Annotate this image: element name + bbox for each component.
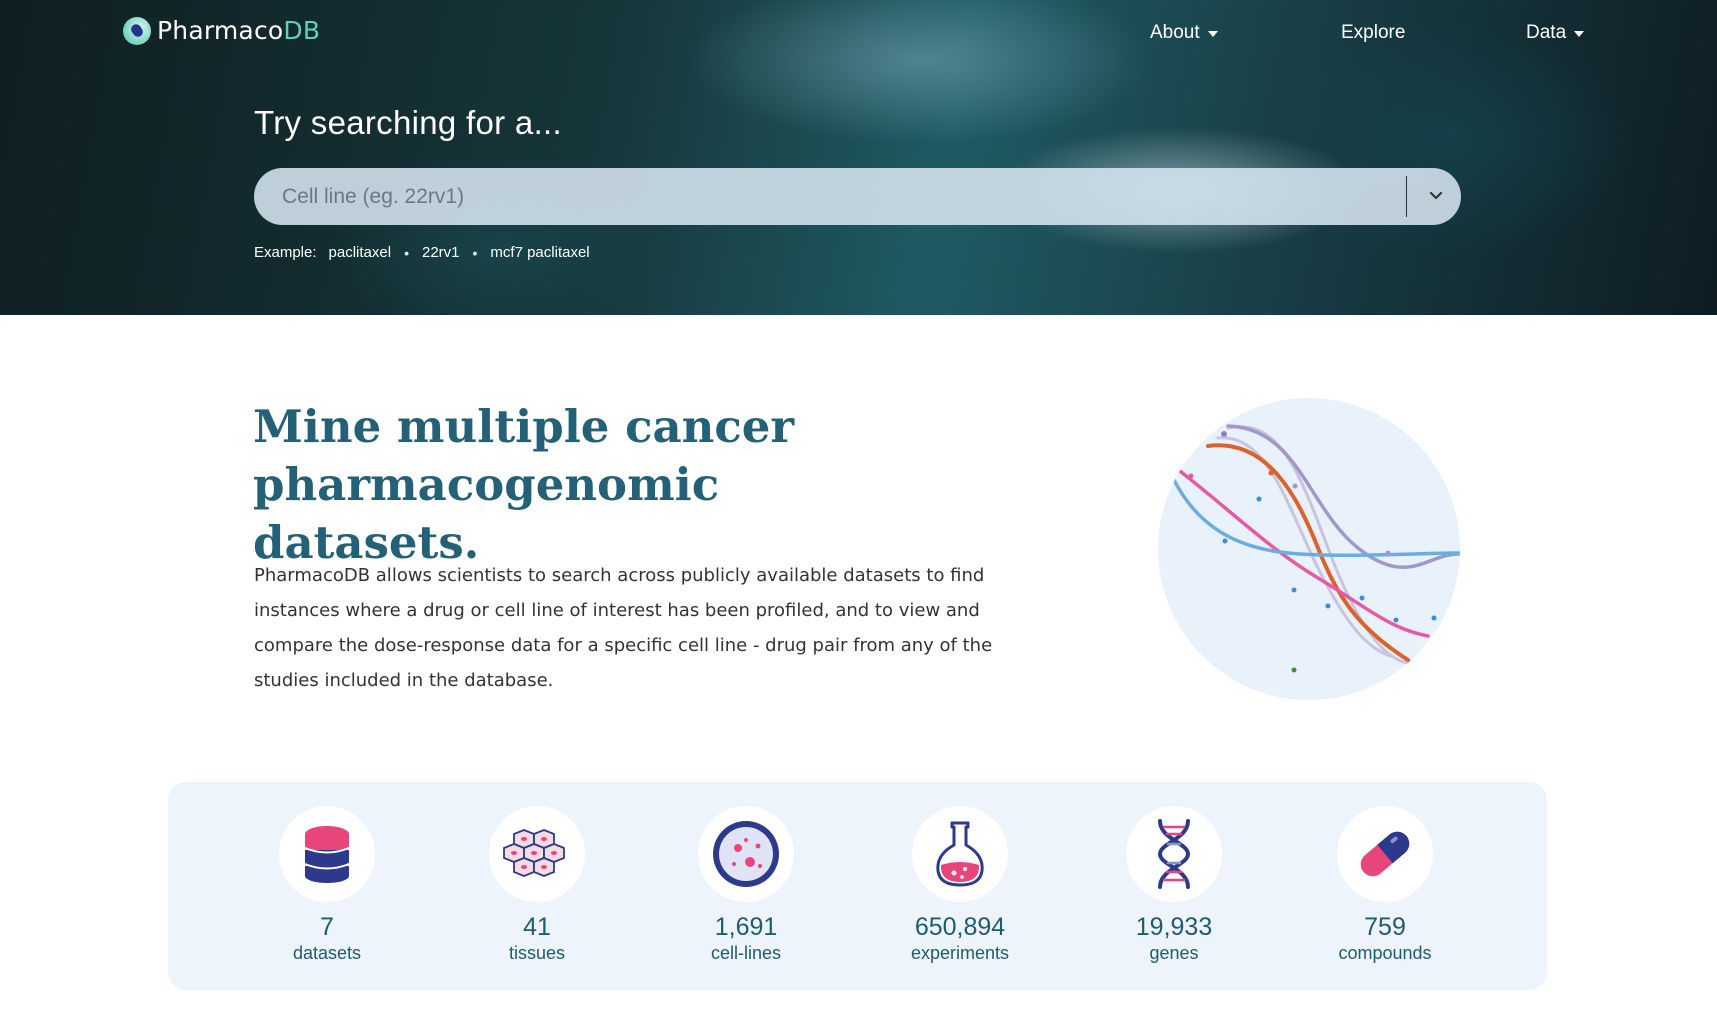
headline-line-1: Mine multiple cancer: [253, 400, 795, 453]
headline-line-2: pharmacogenomic datasets.: [253, 458, 720, 569]
dna-icon: [1126, 806, 1222, 902]
database-icon: [279, 806, 375, 902]
stat-value: 1,691: [714, 913, 778, 941]
nav-data-label: Data: [1526, 22, 1567, 43]
stat-tissues[interactable]: 41 tissues: [427, 806, 647, 964]
logo-text: PharmacoDB: [157, 16, 320, 45]
stat-label: cell-lines: [710, 943, 782, 963]
example-link-22rv1[interactable]: 22rv1: [422, 244, 460, 261]
examples-label: Example:: [254, 244, 317, 261]
search-divider: [1406, 176, 1407, 217]
chevron-down-icon[interactable]: [1422, 182, 1450, 210]
flask-icon: [912, 806, 1008, 902]
hero-banner: PharmacoDB About Explore Data Try search…: [0, 0, 1717, 315]
stat-label: experiments: [910, 943, 1010, 963]
stat-cell-lines[interactable]: 1,691 cell-lines: [636, 806, 856, 964]
stat-label: tissues: [508, 943, 566, 963]
stat-value: 650,894: [914, 913, 1006, 941]
stat-value: 759: [1364, 913, 1406, 941]
stat-value: 41: [523, 913, 551, 941]
brand-name-part1: Pharmaco: [157, 16, 284, 45]
stat-label: genes: [1149, 943, 1199, 963]
stat-datasets[interactable]: 7 datasets: [217, 806, 437, 964]
tissue-icon: [489, 806, 585, 902]
petri-dish-icon: [698, 806, 794, 902]
stat-experiments[interactable]: 650,894 experiments: [850, 806, 1070, 964]
search-box: [254, 168, 1461, 225]
caret-down-icon: [1207, 31, 1218, 37]
stat-genes[interactable]: 19,933 genes: [1064, 806, 1284, 964]
nav-explore[interactable]: Explore: [1341, 22, 1405, 44]
intro-description: PharmacoDB allows scientists to search a…: [254, 565, 993, 691]
search-examples: Example: paclitaxel • 22rv1 • mcf7 pacli…: [254, 244, 590, 261]
stats-panel: 7 datasets 41 tissues 1,691 cell-lines 6…: [168, 782, 1547, 990]
brand-name-part2: DB: [283, 16, 321, 45]
logo-icon: [123, 16, 151, 45]
search-input[interactable]: [282, 168, 1362, 225]
example-link-paclitaxel[interactable]: paclitaxel: [329, 244, 392, 261]
nav-about-label: About: [1150, 22, 1200, 43]
separator-dot: •: [404, 244, 409, 261]
nav-data[interactable]: Data: [1526, 22, 1585, 44]
dose-response-illustration: [1158, 398, 1460, 700]
logo[interactable]: PharmacoDB: [123, 16, 320, 45]
nav-about[interactable]: About: [1150, 22, 1218, 44]
pill-icon: [1337, 806, 1433, 902]
stat-label: datasets: [292, 943, 362, 963]
nav-explore-label: Explore: [1341, 22, 1406, 43]
stat-value: 19,933: [1135, 913, 1213, 941]
example-link-mcf7-paclitaxel[interactable]: mcf7 paclitaxel: [490, 244, 589, 261]
search-heading: Try searching for a...: [254, 104, 562, 141]
stat-value: 7: [320, 913, 334, 941]
caret-down-icon: [1574, 31, 1585, 37]
separator-dot: •: [472, 244, 478, 261]
page-headline: Mine multiple cancer pharmacogenomic dat…: [253, 398, 953, 572]
stat-compounds[interactable]: 759 compounds: [1275, 806, 1495, 964]
stat-label: compounds: [1338, 943, 1432, 963]
